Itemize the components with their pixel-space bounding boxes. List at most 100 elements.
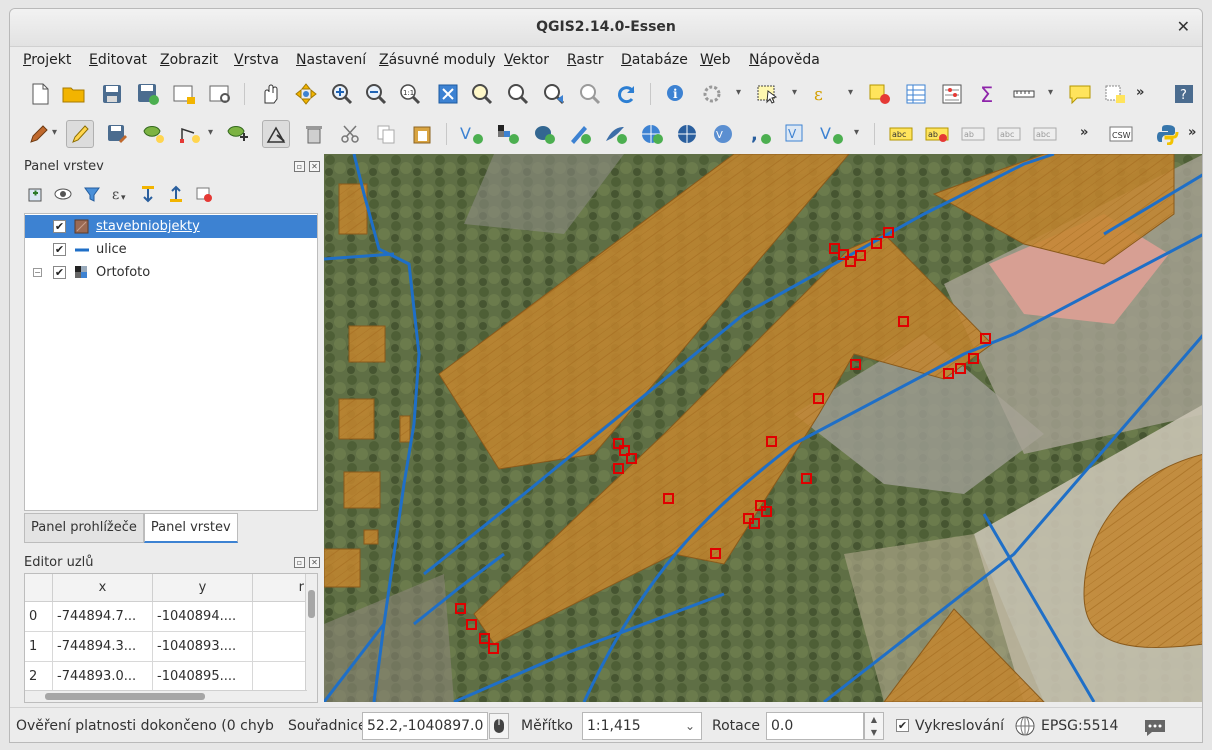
menu-projekt[interactable]: Projekt — [23, 52, 71, 68]
mouse-coordinate-toggle-icon[interactable] — [489, 713, 509, 739]
layer-visibility-checkbox[interactable]: ✔ — [53, 266, 66, 279]
statistics-icon[interactable] — [938, 80, 966, 108]
toolbar-more-icon[interactable]: » — [1136, 85, 1144, 100]
show-hide-label-icon[interactable]: abc — [996, 120, 1024, 148]
spin-down-icon[interactable]: ▼ — [865, 726, 883, 739]
pin-label-icon[interactable]: ab — [960, 120, 988, 148]
menu-vektor[interactable]: Vektor — [504, 52, 549, 68]
column-header-index[interactable] — [25, 574, 53, 602]
add-mssql-icon[interactable] — [602, 120, 630, 148]
measure-icon[interactable] — [1010, 80, 1038, 108]
layer-item-ortofoto[interactable]: − ✔ Ortofoto — [25, 261, 317, 284]
cell-y[interactable]: -1040894.... — [153, 602, 253, 632]
render-checkbox[interactable]: ✔ — [896, 719, 909, 732]
column-header-x[interactable]: x — [53, 574, 153, 602]
add-group-icon[interactable] — [26, 184, 46, 204]
add-wfs-icon[interactable]: V — [710, 120, 738, 148]
layer-visibility-checkbox[interactable]: ✔ — [53, 220, 66, 233]
zoom-to-layer-icon[interactable] — [504, 80, 532, 108]
select-icon[interactable] — [754, 80, 782, 108]
add-raster-icon[interactable] — [494, 120, 522, 148]
pan-to-selection-icon[interactable] — [292, 80, 320, 108]
chevron-down-icon[interactable]: ▾ — [736, 87, 741, 98]
menu-napoveda[interactable]: Nápověda — [749, 52, 820, 68]
messages-icon[interactable] — [1141, 713, 1169, 741]
sum-icon[interactable]: Σ — [974, 80, 1002, 108]
new-project-icon[interactable] — [26, 80, 54, 108]
add-wcs-icon[interactable] — [674, 120, 702, 148]
label-highlight-icon[interactable]: ab — [924, 120, 952, 148]
new-shapefile-icon[interactable]: V — [458, 120, 486, 148]
deselect-icon[interactable] — [866, 80, 894, 108]
chevron-down-icon[interactable]: ▾ — [854, 127, 859, 138]
menu-vrstva[interactable]: Vrstva — [234, 52, 279, 68]
add-virtual-layer-icon[interactable]: V — [782, 120, 810, 148]
python-icon[interactable] — [1154, 120, 1182, 148]
chevron-down-icon[interactable]: ▾ — [208, 127, 213, 138]
text-annotation-icon[interactable] — [1102, 80, 1130, 108]
select-expression-icon[interactable]: ε — [810, 80, 838, 108]
table-row[interactable]: 2 -744893.0... -1040895.... — [25, 662, 317, 692]
paste-icon[interactable] — [408, 120, 436, 148]
copy-icon[interactable] — [372, 120, 400, 148]
menu-zobrazit[interactable]: Zobrazit — [160, 52, 218, 68]
add-delimited-text-icon[interactable]: , — [746, 120, 774, 148]
rotation-field[interactable]: 0.0 — [766, 712, 864, 740]
vertical-scrollbar[interactable] — [305, 574, 317, 702]
tab-layers-panel[interactable]: Panel vrstev — [143, 513, 238, 543]
float-panel-icon[interactable]: ▫ — [294, 557, 305, 568]
collapse-all-icon[interactable] — [166, 184, 186, 204]
toolbar-more-icon[interactable]: » — [1188, 125, 1196, 140]
zoom-full-icon[interactable] — [434, 80, 462, 108]
close-icon[interactable]: ✕ — [1177, 17, 1190, 36]
chevron-down-icon[interactable]: ▾ — [52, 127, 57, 138]
menu-databaze[interactable]: Databáze — [621, 52, 688, 68]
zoom-out-icon[interactable] — [362, 80, 390, 108]
remove-layer-icon[interactable] — [194, 184, 214, 204]
layer-visibility-checkbox[interactable]: ✔ — [53, 243, 66, 256]
globe-icon[interactable] — [1013, 713, 1037, 739]
expand-all-icon[interactable] — [138, 184, 158, 204]
rotation-spinner[interactable]: ▲ ▼ — [864, 712, 884, 740]
vertex-tool-icon[interactable] — [262, 120, 290, 148]
menu-editovat[interactable]: Editovat — [89, 52, 147, 68]
chevron-down-icon[interactable]: ▾ — [792, 87, 797, 98]
zoom-in-icon[interactable] — [328, 80, 356, 108]
label-icon[interactable]: abc — [888, 120, 916, 148]
menu-zasuvne-moduly[interactable]: Zásuvné moduly — [379, 52, 496, 68]
add-wms-icon[interactable] — [638, 120, 666, 148]
coordinate-field[interactable]: 52.2,-1040897.0 — [362, 712, 488, 740]
toolbar-more-icon[interactable]: » — [1080, 125, 1088, 140]
crs-label[interactable]: EPSG:5514 — [1041, 718, 1118, 734]
refresh-icon[interactable] — [612, 80, 640, 108]
menu-nastaveni[interactable]: Nastavení — [296, 52, 366, 68]
tab-browser-panel[interactable]: Panel prohlížeče — [24, 513, 144, 543]
composer-manager-icon[interactable] — [206, 80, 234, 108]
help-icon[interactable]: ? — [1170, 80, 1198, 108]
move-label-icon[interactable]: abc — [1032, 120, 1060, 148]
open-icon[interactable] — [60, 80, 88, 108]
cut-icon[interactable] — [336, 120, 364, 148]
chevron-down-icon[interactable]: ▾ — [1048, 87, 1053, 98]
save-as-icon[interactable] — [134, 80, 162, 108]
scale-combobox[interactable]: 1:1,415 ⌄ — [582, 712, 702, 740]
eye-icon[interactable] — [54, 184, 74, 204]
zoom-next-icon[interactable] — [576, 80, 604, 108]
horizontal-scrollbar[interactable] — [25, 690, 307, 702]
cell-x[interactable]: -744893.0... — [53, 662, 153, 692]
toggle-editing-icon[interactable] — [66, 120, 94, 148]
csw-icon[interactable]: CSW — [1108, 120, 1136, 148]
column-header-y[interactable]: y — [153, 574, 253, 602]
pan-icon[interactable] — [256, 80, 284, 108]
cell-x[interactable]: -744894.3... — [53, 632, 153, 662]
annotation-icon[interactable] — [1066, 80, 1094, 108]
save-edits-icon[interactable] — [104, 120, 132, 148]
zoom-last-icon[interactable] — [540, 80, 568, 108]
add-postgis-icon[interactable] — [530, 120, 558, 148]
table-row[interactable]: 0 -744894.7... -1040894.... — [25, 602, 317, 632]
cell-x[interactable]: -744894.7... — [53, 602, 153, 632]
layer-item-ulice[interactable]: ✔ ulice — [25, 238, 317, 261]
add-spatialite-icon[interactable] — [566, 120, 594, 148]
print-composer-icon[interactable] — [170, 80, 198, 108]
cell-y[interactable]: -1040895.... — [153, 662, 253, 692]
